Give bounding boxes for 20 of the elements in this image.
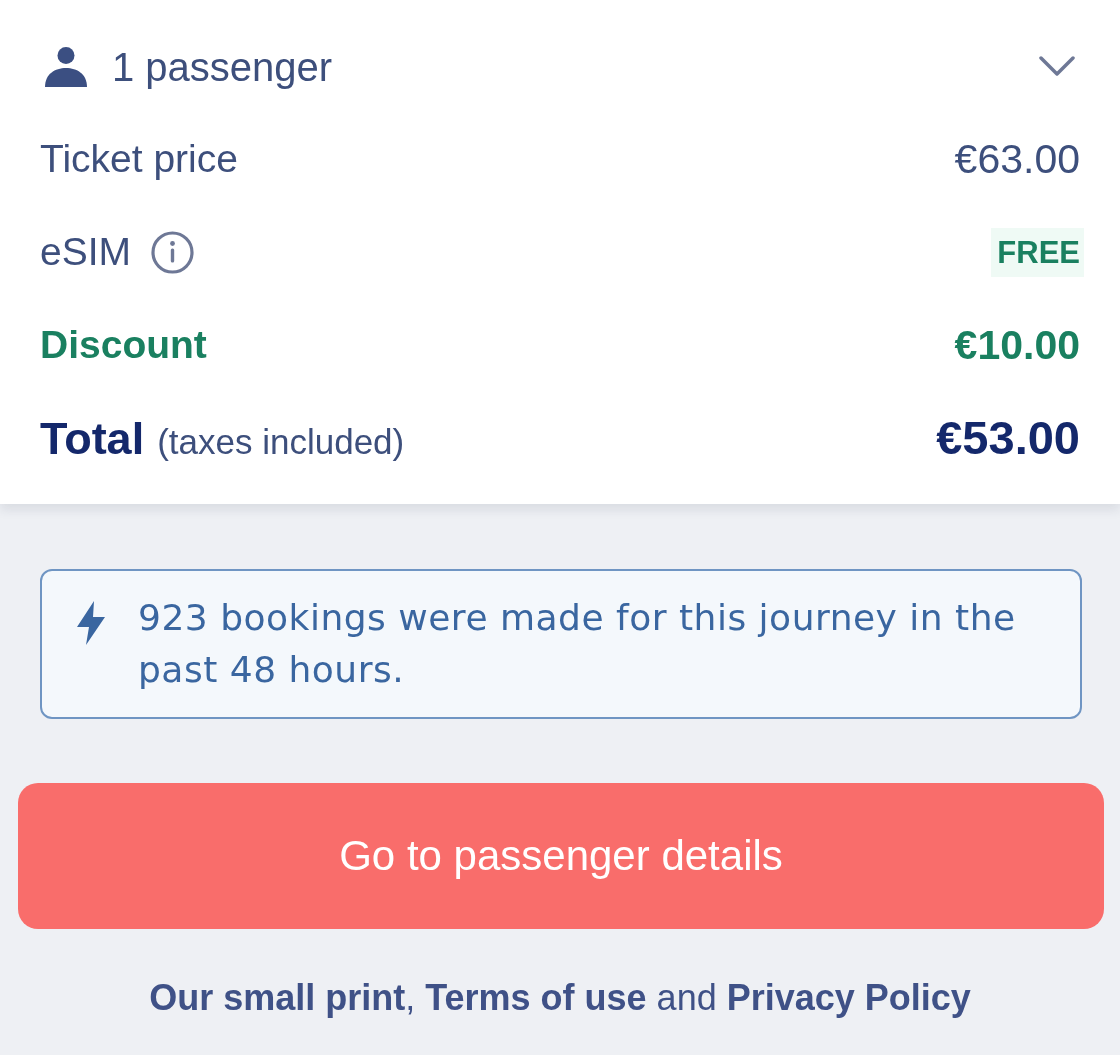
total-value: €53.00 bbox=[936, 410, 1080, 467]
discount-value: €10.00 bbox=[954, 320, 1080, 370]
legal-link[interactable]: Our small print bbox=[149, 977, 406, 1018]
price-label: eSIM bbox=[40, 229, 132, 276]
price-label: Ticket price bbox=[40, 136, 238, 183]
lightning-bolt-icon bbox=[75, 600, 107, 646]
notice-text: 923 bookings were made for this journey in the past 48 hours. bbox=[138, 596, 1017, 692]
info-icon[interactable] bbox=[151, 231, 195, 274]
discount-label: Discount bbox=[40, 322, 207, 369]
legal-text: Our small print, Terms of use and Privacy Policy bbox=[148, 976, 972, 1020]
free-badge: FREE bbox=[991, 227, 1084, 278]
person-icon bbox=[45, 46, 87, 87]
chevron-down-icon bbox=[1039, 55, 1075, 78]
expand-button[interactable] bbox=[1039, 55, 1075, 78]
legal-link[interactable]: Terms of use bbox=[425, 977, 647, 1018]
passenger-count: 1 passenger bbox=[112, 43, 333, 91]
taxes-note: (taxes included) bbox=[157, 420, 405, 463]
total-label: Total bbox=[40, 411, 145, 466]
price-value: €63.00 bbox=[954, 134, 1080, 184]
legal-link[interactable]: Privacy Policy bbox=[726, 977, 971, 1018]
